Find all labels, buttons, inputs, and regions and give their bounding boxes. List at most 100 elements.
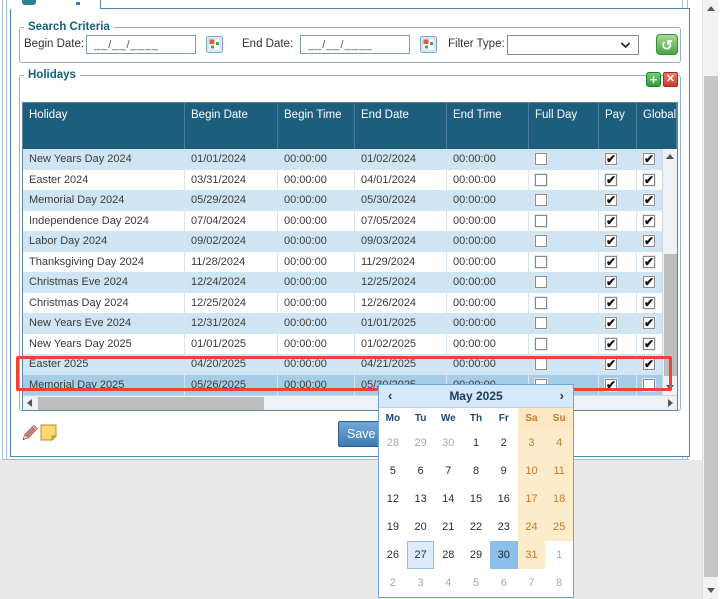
pay-checkbox[interactable]: [605, 153, 617, 165]
full-day-checkbox[interactable]: [535, 317, 547, 329]
table-row[interactable]: Christmas Eve 202412/24/202400:00:0012/2…: [23, 272, 677, 293]
column-header-pay[interactable]: Pay: [599, 103, 637, 149]
table-row[interactable]: Thanksgiving Day 202411/28/202400:00:001…: [23, 252, 677, 273]
calendar-day[interactable]: 12: [379, 485, 407, 513]
calendar-day[interactable]: 27: [407, 541, 435, 569]
table-horizontal-scrollbar[interactable]: [23, 395, 677, 410]
vertical-scroll-thumb[interactable]: [664, 254, 677, 376]
global-checkbox[interactable]: [643, 174, 655, 186]
full-day-checkbox[interactable]: [535, 338, 547, 350]
calendar-day[interactable]: 19: [379, 513, 407, 541]
calendar-day[interactable]: 30: [434, 429, 462, 457]
scroll-left-arrow-icon[interactable]: [27, 399, 32, 407]
pay-checkbox[interactable]: [605, 276, 617, 288]
global-checkbox[interactable]: [643, 317, 655, 329]
calendar-day[interactable]: 3: [407, 569, 435, 597]
column-header-begin-time[interactable]: Begin Time: [278, 103, 355, 149]
pay-checkbox[interactable]: [605, 317, 617, 329]
calendar-day[interactable]: 25: [545, 513, 573, 541]
scroll-right-arrow-icon[interactable]: [668, 399, 673, 407]
calendar-day[interactable]: 17: [518, 485, 546, 513]
table-vertical-scrollbar[interactable]: [662, 149, 677, 395]
full-day-checkbox[interactable]: [535, 153, 547, 165]
global-checkbox[interactable]: [643, 235, 655, 247]
calendar-day[interactable]: 6: [407, 457, 435, 485]
calendar-day[interactable]: 1: [462, 429, 490, 457]
calendar-day[interactable]: 24: [518, 513, 546, 541]
horizontal-scroll-thumb[interactable]: [38, 397, 264, 410]
calendar-day[interactable]: 15: [462, 485, 490, 513]
table-row[interactable]: New Years Eve 202412/31/202400:00:0001/0…: [23, 313, 677, 334]
calendar-day[interactable]: 10: [518, 457, 546, 485]
column-header-global[interactable]: Global: [637, 103, 677, 149]
full-day-checkbox[interactable]: [535, 215, 547, 227]
calendar-day[interactable]: 29: [407, 429, 435, 457]
global-checkbox[interactable]: [643, 153, 655, 165]
full-day-checkbox[interactable]: [535, 297, 547, 309]
calendar-day[interactable]: 3: [518, 429, 546, 457]
pay-checkbox[interactable]: [605, 194, 617, 206]
pay-checkbox[interactable]: [605, 174, 617, 186]
page-scroll-down-icon[interactable]: [707, 588, 715, 593]
calendar-day[interactable]: 31: [518, 541, 546, 569]
scroll-down-arrow-icon[interactable]: [666, 385, 674, 390]
global-checkbox[interactable]: [643, 256, 655, 268]
add-holiday-button[interactable]: +: [646, 72, 661, 87]
calendar-day[interactable]: 28: [379, 429, 407, 457]
begin-date-calendar-icon[interactable]: [206, 36, 223, 53]
global-checkbox[interactable]: [643, 338, 655, 350]
column-header-end-time[interactable]: End Time: [447, 103, 529, 149]
calendar-day[interactable]: 29: [462, 541, 490, 569]
calendar-day[interactable]: 26: [379, 541, 407, 569]
calendar-day[interactable]: 28: [434, 541, 462, 569]
begin-date-input[interactable]: [86, 35, 196, 54]
full-day-checkbox[interactable]: [535, 276, 547, 288]
calendar-day[interactable]: 30: [490, 541, 518, 569]
full-day-checkbox[interactable]: [535, 174, 547, 186]
global-checkbox[interactable]: [643, 358, 655, 370]
table-row[interactable]: New Years Day 202501/01/202500:00:0001/0…: [23, 334, 677, 355]
calendar-day[interactable]: 7: [434, 457, 462, 485]
scroll-up-arrow-icon[interactable]: [666, 154, 674, 159]
calendar-month-title[interactable]: May 2025: [449, 389, 502, 403]
full-day-checkbox[interactable]: [535, 358, 547, 370]
global-checkbox[interactable]: [643, 379, 655, 391]
pay-checkbox[interactable]: [605, 235, 617, 247]
column-header-begin-date[interactable]: Begin Date: [185, 103, 278, 149]
table-row[interactable]: Memorial Day 202405/29/202400:00:0005/30…: [23, 190, 677, 211]
filter-type-select[interactable]: [507, 35, 639, 55]
calendar-day[interactable]: 22: [462, 513, 490, 541]
notes-icon[interactable]: [39, 423, 58, 442]
calendar-day[interactable]: 2: [490, 429, 518, 457]
column-header-end-date[interactable]: End Date: [355, 103, 447, 149]
calendar-next-arrow-icon[interactable]: ›: [560, 387, 564, 405]
column-header-holiday[interactable]: Holiday: [23, 103, 185, 149]
global-checkbox[interactable]: [643, 276, 655, 288]
page-scroll-up-icon[interactable]: [707, 6, 715, 11]
table-row[interactable]: Christmas Day 202412/25/202400:00:0012/2…: [23, 293, 677, 314]
full-day-checkbox[interactable]: [535, 256, 547, 268]
table-row[interactable]: Independence Day 202407/04/202400:00:000…: [23, 211, 677, 232]
calendar-day[interactable]: 11: [545, 457, 573, 485]
calendar-day[interactable]: 2: [379, 569, 407, 597]
column-header-full-day[interactable]: Full Day: [529, 103, 599, 149]
pay-checkbox[interactable]: [605, 256, 617, 268]
delete-holiday-button[interactable]: ✕: [663, 72, 678, 87]
calendar-day[interactable]: 16: [490, 485, 518, 513]
calendar-prev-arrow-icon[interactable]: ‹: [388, 387, 392, 405]
pay-checkbox[interactable]: [605, 338, 617, 350]
calendar-day[interactable]: 7: [518, 569, 546, 597]
calendar-day[interactable]: 18: [545, 485, 573, 513]
pay-checkbox[interactable]: [605, 215, 617, 227]
full-day-checkbox[interactable]: [535, 194, 547, 206]
end-date-input[interactable]: [300, 35, 410, 54]
pay-checkbox[interactable]: [605, 379, 617, 391]
calendar-day[interactable]: 23: [490, 513, 518, 541]
calendar-day[interactable]: 14: [434, 485, 462, 513]
calendar-day[interactable]: 8: [545, 569, 573, 597]
calendar-day[interactable]: 20: [407, 513, 435, 541]
pay-checkbox[interactable]: [605, 297, 617, 309]
pay-checkbox[interactable]: [605, 358, 617, 370]
table-row[interactable]: Easter 202504/20/202500:00:0004/21/20250…: [23, 354, 677, 375]
calendar-day[interactable]: 6: [490, 569, 518, 597]
